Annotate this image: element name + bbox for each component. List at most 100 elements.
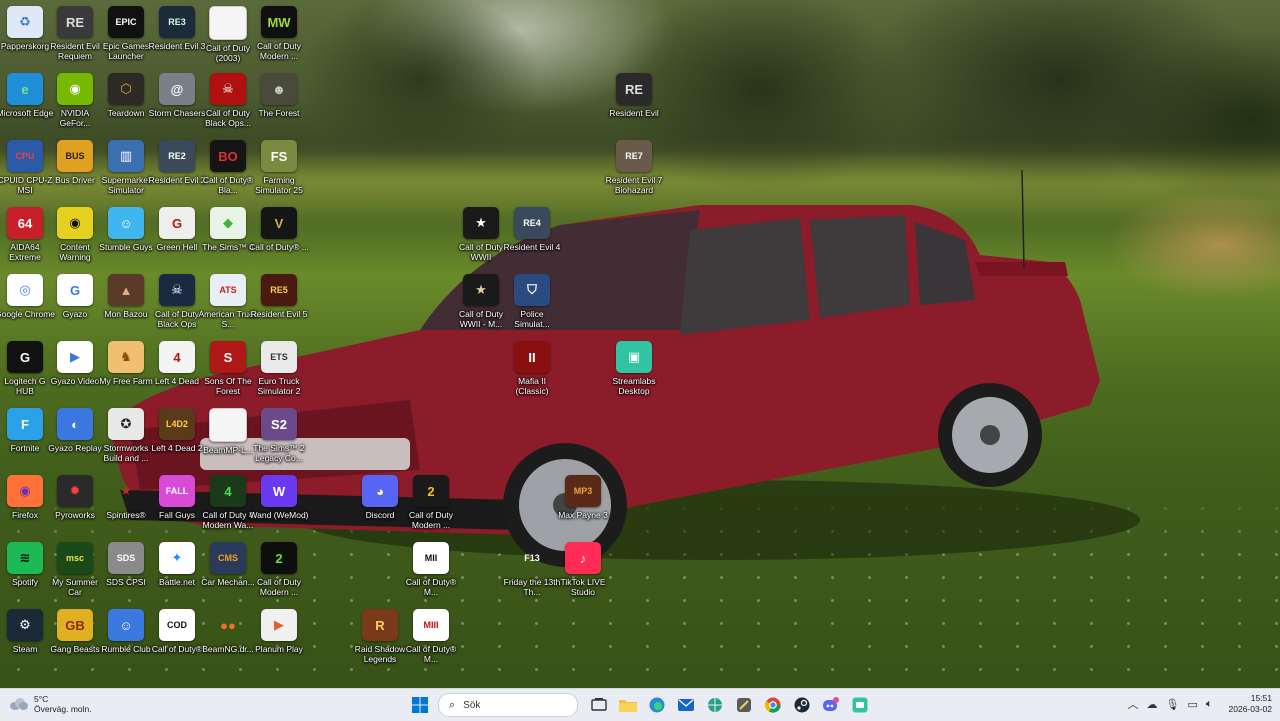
max-payne-3-icon: MP3	[565, 475, 601, 507]
shortcut-label: Streamlabs Desktop	[612, 376, 656, 396]
desktop-shortcut[interactable]: MII Call of Duty® M...	[401, 540, 461, 606]
wand-wemod-icon: W	[261, 475, 297, 507]
call-of-duty-modern-icon-3: 2	[261, 542, 297, 574]
car-mechanic-icon: CMS	[210, 542, 246, 574]
pyroworks-icon: ✹	[57, 475, 93, 507]
chevron-up-icon[interactable]: ︿	[1128, 696, 1139, 712]
taskbar-search[interactable]: ⌕ Sök	[438, 693, 578, 717]
search-icon: ⌕	[449, 698, 456, 711]
volume-icon[interactable]: 🔈︎	[1206, 698, 1213, 711]
task-view-icon	[590, 698, 607, 711]
shortcut-label: Planum Play	[255, 644, 303, 654]
rumble-club-icon: ☺	[108, 609, 144, 641]
call-of-duty-black-ops-icon-3: ☠	[159, 274, 195, 306]
desktop-shortcut[interactable]: FS Farming Simulator 25	[249, 138, 309, 204]
steam-icon	[794, 697, 809, 713]
shortcut-label: Call of Duty Modern ...	[409, 510, 453, 530]
desktop-shortcut[interactable]: RE7 Resident Evil 7 Biohazard	[604, 138, 664, 204]
system-tray: ︿ ☁ 🎙︎ ▭ 🔈︎ 15:51 2026-03-02	[1124, 693, 1272, 715]
firefox-icon: ◉	[7, 475, 43, 507]
globe-icon	[707, 698, 722, 712]
cloud-sync-icon[interactable]: ☁	[1147, 698, 1158, 711]
call-of-duty-black-ops-icon-1: ☠	[210, 73, 246, 105]
shortcut-label: Farming Simulator 25	[255, 175, 303, 195]
steam-icon: ⚙	[7, 609, 43, 641]
clock-time: 15:51	[1250, 693, 1272, 703]
green-hell-icon: G	[159, 207, 195, 239]
the-forest-icon: ☻	[261, 73, 297, 105]
resident-evil-5-icon: RE5	[261, 274, 297, 306]
cpu-z-icon: CPU	[7, 140, 43, 172]
gyazo-replay-icon: ◐	[57, 408, 93, 440]
resident-evil-3-icon: RE3	[159, 6, 195, 38]
display-icon[interactable]: ▭	[1188, 698, 1198, 711]
outlook-button[interactable]	[673, 692, 699, 718]
discord-button[interactable]	[818, 692, 844, 718]
desktop-shortcut[interactable]: ☻ The Forest	[249, 71, 309, 137]
desktop-shortcut[interactable]: MP3 Max Payne 3	[553, 473, 613, 539]
file-explorer-button[interactable]	[615, 692, 641, 718]
weather-widget[interactable]: 5°C Överväg. moln.	[10, 694, 92, 714]
stormworks-icon: ✪	[108, 408, 144, 440]
edge-button[interactable]	[644, 692, 670, 718]
shortcut-label: Call of Duty® M...	[405, 644, 457, 664]
shortcut-label: Mafia II (Classic)	[515, 376, 549, 396]
shortcut-label: Police Simulat...	[514, 309, 550, 329]
nvidia-geforce-icon: ◉	[57, 73, 93, 105]
beamng-drive-icon: ●●	[220, 617, 236, 633]
streamlabs-button[interactable]	[847, 692, 873, 718]
desktop-shortcut[interactable]: II Mafia II (Classic)	[502, 339, 562, 405]
shortcut-label: Max Payne 3	[558, 510, 608, 520]
content-warning-icon: ◉	[57, 207, 93, 239]
desktop-shortcut[interactable]: MW Call of Duty Modern ...	[249, 4, 309, 70]
clock[interactable]: 15:51 2026-03-02	[1229, 693, 1272, 715]
browser-button[interactable]	[702, 692, 728, 718]
call-of-duty-modern-icon-1: MW	[261, 6, 297, 38]
task-view-button[interactable]	[586, 692, 612, 718]
discord-icon: ◕	[362, 475, 398, 507]
desktop: ♻ Papperskorg RE Resident Evil Requiem EPIC E…	[0, 0, 1280, 688]
call-of-duty-icon-1: V	[261, 207, 297, 239]
desktop-shortcut[interactable]: 2 Call of Duty Modern ...	[401, 473, 461, 539]
desktop-shortcut[interactable]: ▣ Streamlabs Desktop	[604, 339, 664, 405]
shortcut-label: TikTok LIVE Studio	[560, 577, 606, 597]
app-button[interactable]	[731, 692, 757, 718]
call-of-duty-icon-2: COD	[159, 609, 195, 641]
edge-icon	[649, 697, 664, 713]
mon-bazou-icon: ▲	[108, 274, 144, 306]
microphone-icon[interactable]: 🎙︎	[1166, 698, 1180, 711]
friday-the-13th-icon: F13	[524, 553, 540, 563]
desktop-shortcut[interactable]: ♪ TikTok LIVE Studio	[553, 540, 613, 606]
start-button[interactable]	[407, 692, 433, 718]
chrome-button[interactable]	[760, 692, 786, 718]
weather-desc: Överväg. moln.	[34, 704, 92, 714]
desktop-shortcut[interactable]: RE Resident Evil	[604, 71, 664, 137]
resident-evil-2-icon: RE2	[159, 140, 195, 172]
desktop-shortcut[interactable]: RE5 Resident Evil 5	[249, 272, 309, 338]
shortcut-label: Call of Duty® M...	[405, 577, 457, 597]
desktop-shortcut[interactable]: ▶ Planum Play	[249, 607, 309, 673]
call-of-duty-4-icon: 4	[210, 475, 246, 507]
shortcut-label: Call of Duty Modern ...	[257, 577, 301, 597]
desktop-shortcut[interactable]: W Wand (WeMod)	[249, 473, 309, 539]
spotify-icon: ≋	[7, 542, 43, 574]
teardown-icon: ⬡	[108, 73, 144, 105]
planum-play-icon: ▶	[261, 609, 297, 641]
resident-evil-7-icon: RE7	[616, 140, 652, 172]
desktop-shortcut[interactable]: ETS Euro Truck Simulator 2	[249, 339, 309, 405]
the-sims-4-icon: ◆	[210, 207, 246, 239]
gyazo-icon: G	[57, 274, 93, 306]
beammp-launcher-icon	[209, 408, 247, 442]
desktop-shortcut[interactable]: ⛉ Police Simulat...	[502, 272, 562, 338]
resident-evil-requiem-icon: RE	[57, 6, 93, 38]
desktop-shortcut[interactable]: V Call of Duty® ...	[249, 205, 309, 271]
desktop-shortcut[interactable]: S2 The Sims™ 2 Legacy Co...	[249, 406, 309, 472]
steam-button[interactable]	[789, 692, 815, 718]
desktop-shortcut[interactable]: MIII Call of Duty® M...	[401, 607, 461, 673]
desktop-shortcut[interactable]: 2 Call of Duty Modern ...	[249, 540, 309, 606]
desktop-shortcut[interactable]: RE4 Resident Evil 4	[502, 205, 562, 271]
call-of-duty-modern-icon-2: 2	[413, 475, 449, 507]
left-4-dead-icon: 4	[159, 341, 195, 373]
call-of-duty-wwii-icon-2: ★	[463, 274, 499, 306]
search-label: Sök	[463, 699, 481, 711]
